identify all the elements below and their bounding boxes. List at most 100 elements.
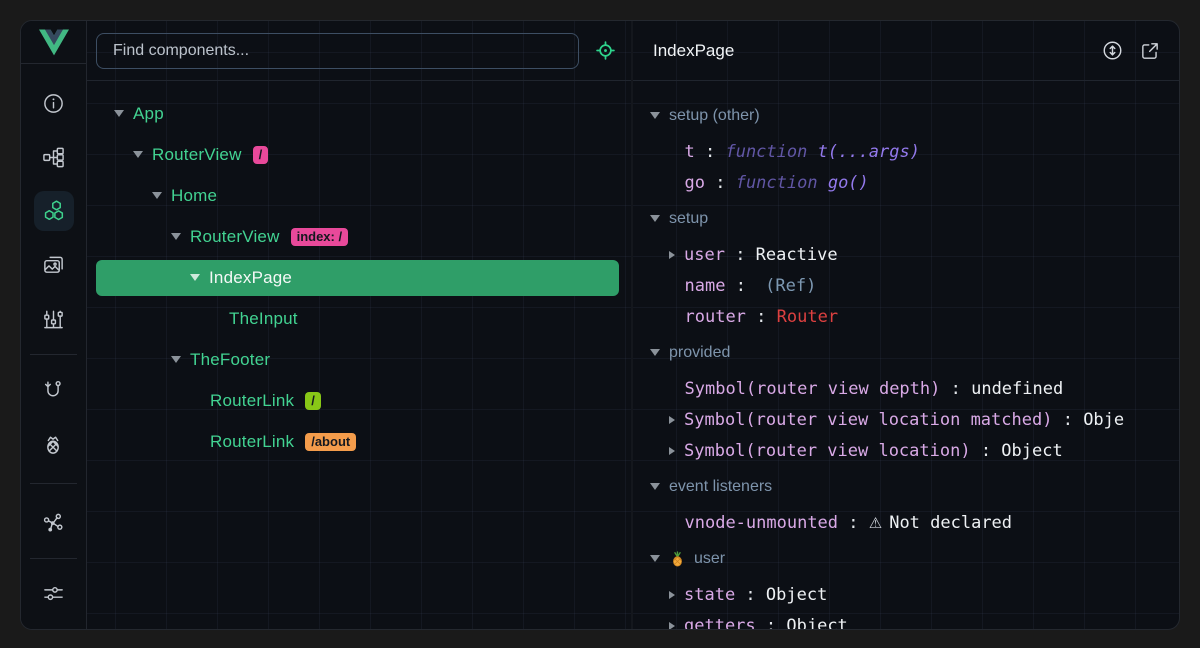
state-field[interactable]: go : function go() [633,167,1179,198]
expand-caret-icon[interactable] [152,192,162,199]
field-colon: : [838,513,869,533]
field-colon: : [725,245,756,265]
inspector-panel: IndexPage setup (other) t : function t(..… [633,21,1179,629]
pinia-icon[interactable] [34,424,74,464]
field-key: t [685,142,695,162]
sidebar-divider [30,354,77,355]
inspect-target-icon[interactable] [591,37,619,65]
state-field[interactable]: t : function t(...args) [633,136,1179,167]
field-value: Router [777,307,838,327]
field-key: router [685,307,746,327]
field-colon: : [756,616,787,630]
function-keyword: function [725,142,817,162]
section-header[interactable]: user [633,543,1179,574]
sidebar-nav [21,64,86,629]
inspector-content: setup (other)t : function t(...args)go :… [633,81,1179,629]
pinia-store-icon [669,550,686,567]
flow-icon[interactable] [34,370,74,410]
vue-logo[interactable] [21,21,86,64]
function-signature: go() [828,173,869,193]
field-key: getters [684,616,756,630]
section-header[interactable]: setup (other) [633,100,1179,131]
tree-panel-header [86,21,631,81]
field-value: Obje [1083,410,1124,430]
component-name: IndexPage [209,268,292,288]
search-input[interactable] [111,41,564,61]
scroll-to-component-icon[interactable] [1101,39,1124,62]
section-label: setup (other) [669,107,760,125]
component-tree-panel: AppRouterView/HomeRouterViewindex: / Inde… [86,21,633,629]
state-field[interactable]: state : Object [633,579,1179,610]
field-key: Symbol(router view location) [684,441,971,461]
state-field[interactable]: user : Reactive [633,239,1179,270]
tree-node-TheInput[interactable]: TheInput [96,298,619,339]
tree-node-RouterView[interactable]: RouterViewindex: / [96,216,619,257]
state-field[interactable]: Symbol(router view depth) : undefined [633,373,1179,404]
field-colon: : [971,441,1002,461]
component-name: TheFooter [190,350,270,370]
field-key: go [685,173,705,193]
field-key: state [684,585,735,605]
info-icon[interactable] [34,83,74,123]
section-header[interactable]: provided [633,337,1179,368]
field-colon: : [735,585,766,605]
collapse-caret-icon[interactable] [650,112,660,119]
collapse-caret-icon[interactable] [650,483,660,490]
mixer-icon[interactable] [34,299,74,339]
route-badge: index: / [291,228,349,246]
warning-icon: ⚠ [869,514,882,532]
field-key: user [684,245,725,265]
field-value: (Ref) [765,276,816,296]
collapse-caret-icon[interactable] [650,555,660,562]
field-value: Not declared [889,513,1012,533]
expand-caret-icon[interactable] [669,416,675,424]
component-tree: AppRouterView/HomeRouterViewindex: / Inde… [86,81,631,462]
open-in-editor-icon[interactable] [1139,40,1161,62]
expand-caret-icon[interactable] [171,356,181,363]
tree-node-App[interactable]: App [96,93,619,134]
expand-caret-icon[interactable] [669,251,675,259]
expand-caret-icon[interactable] [669,591,675,599]
expand-caret-icon[interactable] [669,622,675,630]
tree-node-RouterLink[interactable]: RouterLink/about [96,421,619,462]
route-badge: /about [305,433,356,451]
collapse-caret-icon[interactable] [650,349,660,356]
sidebar-divider [30,483,77,484]
collapse-caret-icon[interactable] [650,215,660,222]
section-label: event listeners [669,478,772,496]
expand-caret-icon[interactable] [190,274,200,281]
state-field[interactable]: getters : Object [633,610,1179,629]
field-colon: : [940,379,971,399]
graph-icon[interactable] [34,503,74,543]
inspector-title: IndexPage [653,41,1101,61]
field-colon: : [725,276,756,296]
component-name: TheInput [229,309,298,329]
field-key: name [685,276,726,296]
hierarchy-icon[interactable] [34,137,74,177]
sidebar [21,21,87,629]
field-colon: : [1052,410,1083,430]
tree-node-TheFooter[interactable]: TheFooter [96,339,619,380]
state-field[interactable]: Symbol(router view location) : Object [633,435,1179,466]
section-header[interactable]: event listeners [633,471,1179,502]
section-header[interactable]: setup [633,203,1179,234]
expand-caret-icon[interactable] [669,447,675,455]
tree-node-RouterView[interactable]: RouterView/ [96,134,619,175]
state-field[interactable]: Symbol(router view location matched) : O… [633,404,1179,435]
state-field[interactable]: vnode-unmounted : ⚠Not declared [633,507,1179,538]
expand-caret-icon[interactable] [133,151,143,158]
field-value: Object [1001,441,1062,461]
tree-node-RouterLink[interactable]: RouterLink/ [96,380,619,421]
tree-node-Home[interactable]: Home [96,175,619,216]
state-field[interactable]: router : Router [633,301,1179,332]
settings-icon[interactable] [34,574,74,614]
components-icon[interactable] [34,191,74,231]
expand-caret-icon[interactable] [171,233,181,240]
assets-icon[interactable] [34,245,74,285]
component-name: RouterLink [210,432,294,452]
section-label: setup [669,210,708,228]
expand-caret-icon[interactable] [114,110,124,117]
state-field[interactable]: name : (Ref) [633,270,1179,301]
tree-node-IndexPage[interactable]: IndexPage [96,260,619,296]
component-search[interactable] [96,33,579,69]
